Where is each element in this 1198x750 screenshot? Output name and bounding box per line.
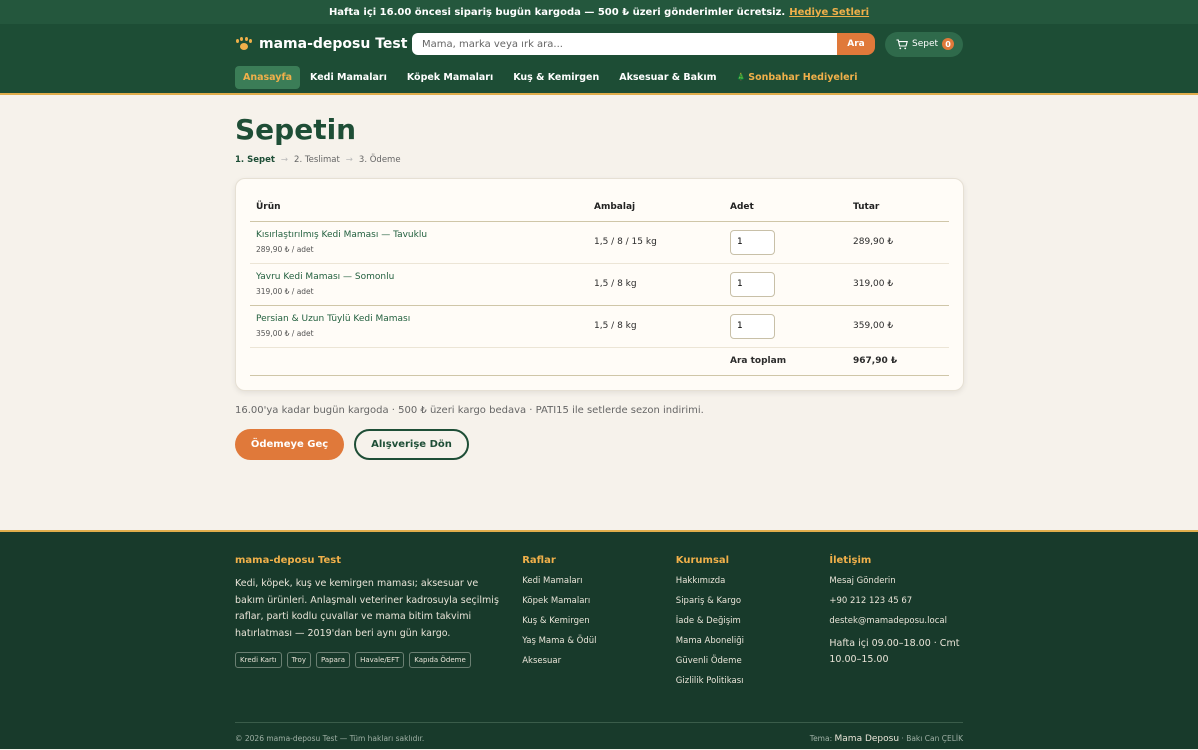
payment-badge: Havale/EFT [355, 652, 405, 668]
footer-link[interactable]: Sipariş & Kargo [676, 596, 830, 606]
payment-badge: Kredi Kartı [235, 652, 282, 668]
col-header-product: Ürün [250, 194, 588, 222]
theme-name-link[interactable]: Mama Deposu [835, 734, 900, 744]
nav-item-dog-food[interactable]: Köpek Mamaları [397, 66, 503, 89]
theme-author: · Bakı Can ÇELİK [901, 734, 963, 743]
package-size: 1,5 / 8 / 15 kg [588, 221, 724, 264]
footer-link[interactable]: Kedi Mamaları [522, 576, 676, 586]
footer-corporate-title: Kurumsal [675, 555, 730, 566]
footer-shelves-title: Raflar [522, 555, 556, 566]
cart-page: Sepetin 1. Sepet → 2. Teslimat → 3. Ödem… [235, 95, 964, 530]
unit-price: 359,00 ₺ / adet [256, 329, 314, 338]
gift-sets-link[interactable]: Hediye Setleri [789, 7, 869, 18]
footer-description: Kedi, köpek, kuş ve kemirgen maması; aks… [235, 578, 499, 639]
announcement-text: Hafta içi 16.00 öncesi sipariş bugün kar… [328, 6, 786, 18]
quantity-input[interactable] [730, 229, 775, 255]
announcement-bar: Hafta içi 16.00 öncesi sipariş bugün kar… [0, 0, 1198, 24]
search-button[interactable]: Ara [837, 33, 875, 55]
search-form: Ara [412, 33, 875, 55]
footer-link[interactable]: Mama Aboneliği [676, 636, 830, 646]
paw-icon [235, 37, 253, 51]
line-total: 319,00 ₺ [847, 263, 949, 306]
payment-badge: Papara [315, 652, 351, 668]
footer-link[interactable]: İade & Değişim [676, 616, 830, 626]
contact-email[interactable]: destek@mamadeposu.local [829, 616, 963, 626]
col-header-package: Ambalaj [588, 194, 724, 222]
main-nav: Anasayfa Kedi Mamaları Köpek Mamaları Ku… [235, 64, 963, 90]
subtotal-row: Ara toplam 967,90 ₺ [250, 347, 949, 376]
brand-name: mama-deposu Test [259, 36, 408, 52]
quantity-input[interactable] [730, 271, 775, 297]
footer-brand-title: mama-deposu Test [235, 555, 342, 566]
footer-contact: İletişim Mesaj Gönderin +90 212 123 45 6… [829, 555, 963, 696]
cart-count-badge: 0 [942, 38, 955, 50]
line-total: 359,00 ₺ [847, 305, 949, 348]
table-row: Kısırlaştırılmış Kedi Maması — Tavuklu 2… [250, 221, 949, 264]
step-payment: 3. Ödeme [358, 155, 401, 165]
payment-methods: Kredi Kartı Troy Papara Havale/EFT Kapıd… [235, 652, 522, 668]
step-arrow-icon: → [280, 155, 289, 165]
shipping-note: 16.00'ya kadar bugün kargoda · 500 ₺ üze… [235, 404, 704, 416]
step-cart: 1. Sepet [235, 155, 275, 165]
footer-link[interactable]: Köpek Mamaları [522, 596, 676, 606]
footer-about: mama-deposu Test Kedi, köpek, kuş ve kem… [235, 555, 522, 696]
package-size: 1,5 / 8 kg [588, 263, 724, 306]
contact-hours: Hafta içi 09.00–18.00 · Cmt 10.00–15.00 [829, 638, 960, 665]
theme-prefix: Tema: [809, 734, 833, 743]
cart-label: Sepet [912, 39, 939, 49]
product-link[interactable]: Yavru Kedi Maması — Somonlu [256, 272, 588, 282]
cart-table: Ürün Ambalaj Adet Tutar Kısırlaştırılmış… [250, 194, 949, 376]
subtotal-value: 967,90 ₺ [847, 347, 949, 376]
product-link[interactable]: Kısırlaştırılmış Kedi Maması — Tavuklu [256, 230, 588, 240]
site-footer: mama-deposu Test Kedi, köpek, kuş ve kem… [0, 530, 1198, 749]
unit-price: 289,90 ₺ / adet [256, 245, 314, 254]
payment-badge: Troy [286, 652, 311, 668]
checkout-steps: 1. Sepet → 2. Teslimat → 3. Ödeme [235, 155, 963, 165]
footer-link[interactable]: Yaş Mama & Ödül [522, 636, 676, 646]
continue-shopping-button[interactable]: Alışverişe Dön [354, 428, 469, 460]
nav-item-cat-food[interactable]: Kedi Mamaları [300, 66, 397, 89]
footer-contact-title: İletişim [829, 555, 872, 566]
search-input[interactable] [412, 33, 837, 55]
checkout-button[interactable]: Ödemeye Geç [235, 428, 344, 460]
footer-shelves: Raflar Kedi Mamaları Köpek Mamaları Kuş … [522, 555, 676, 696]
footer-link[interactable]: Aksesuar [522, 656, 676, 666]
package-size: 1,5 / 8 kg [588, 305, 724, 348]
footer-link[interactable]: Hakkımızda [676, 576, 830, 586]
cart-card: Ürün Ambalaj Adet Tutar Kısırlaştırılmış… [235, 178, 964, 391]
nav-item-autumn-gifts-label: Sonbahar Hediyeleri [748, 71, 858, 83]
page-title: Sepetin [235, 113, 357, 146]
step-arrow-icon: → [345, 155, 353, 165]
quantity-input[interactable] [730, 313, 775, 339]
nav-item-autumn-gifts[interactable]: 🎄 Sonbahar Hediyeleri [727, 66, 868, 89]
subtotal-label: Ara toplam [724, 347, 847, 376]
nav-item-accessories[interactable]: Aksesuar & Bakım [609, 66, 726, 89]
copyright: © 2026 mama-deposu Test — Tüm hakları sa… [235, 734, 425, 743]
cart-icon [896, 38, 908, 49]
footer-bottom: © 2026 mama-deposu Test — Tüm hakları sa… [235, 722, 963, 744]
table-row: Persian & Uzun Tüylü Kedi Maması 359,00 … [250, 305, 949, 348]
product-link[interactable]: Persian & Uzun Tüylü Kedi Maması [256, 314, 588, 324]
footer-link[interactable]: Güvenli Ödeme [676, 656, 830, 666]
col-header-qty: Adet [724, 194, 847, 222]
site-header: mama-deposu Test Ara Sepet 0 Anasayfa Ke… [0, 24, 1198, 95]
footer-corporate: Kurumsal Hakkımızda Sipariş & Kargo İade… [676, 555, 830, 696]
footer-link[interactable]: Gizlilik Politikası [676, 676, 830, 686]
theme-credit: Tema: Mama Deposu · Bakı Can ÇELİK [810, 734, 963, 744]
cart-actions: Ödemeye Geç Alışverişe Dön [235, 428, 963, 460]
brand-logo[interactable]: mama-deposu Test [235, 36, 412, 52]
nav-item-bird-rodent[interactable]: Kuş & Kemirgen [503, 66, 609, 89]
line-total: 289,90 ₺ [847, 221, 949, 264]
step-delivery: 2. Teslimat [294, 155, 340, 165]
nav-item-home[interactable]: Anasayfa [235, 65, 301, 89]
payment-badge: Kapıda Ödeme [409, 652, 471, 668]
footer-link[interactable]: Kuş & Kemirgen [522, 616, 676, 626]
table-row: Yavru Kedi Maması — Somonlu 319,00 ₺ / a… [250, 263, 949, 306]
unit-price: 319,00 ₺ / adet [256, 287, 314, 296]
contact-message-link[interactable]: Mesaj Gönderin [829, 576, 963, 586]
tree-icon: 🎄 [736, 73, 746, 81]
col-header-total: Tutar [847, 194, 949, 222]
cart-button[interactable]: Sepet 0 [885, 31, 963, 57]
contact-phone[interactable]: +90 212 123 45 67 [829, 596, 963, 606]
